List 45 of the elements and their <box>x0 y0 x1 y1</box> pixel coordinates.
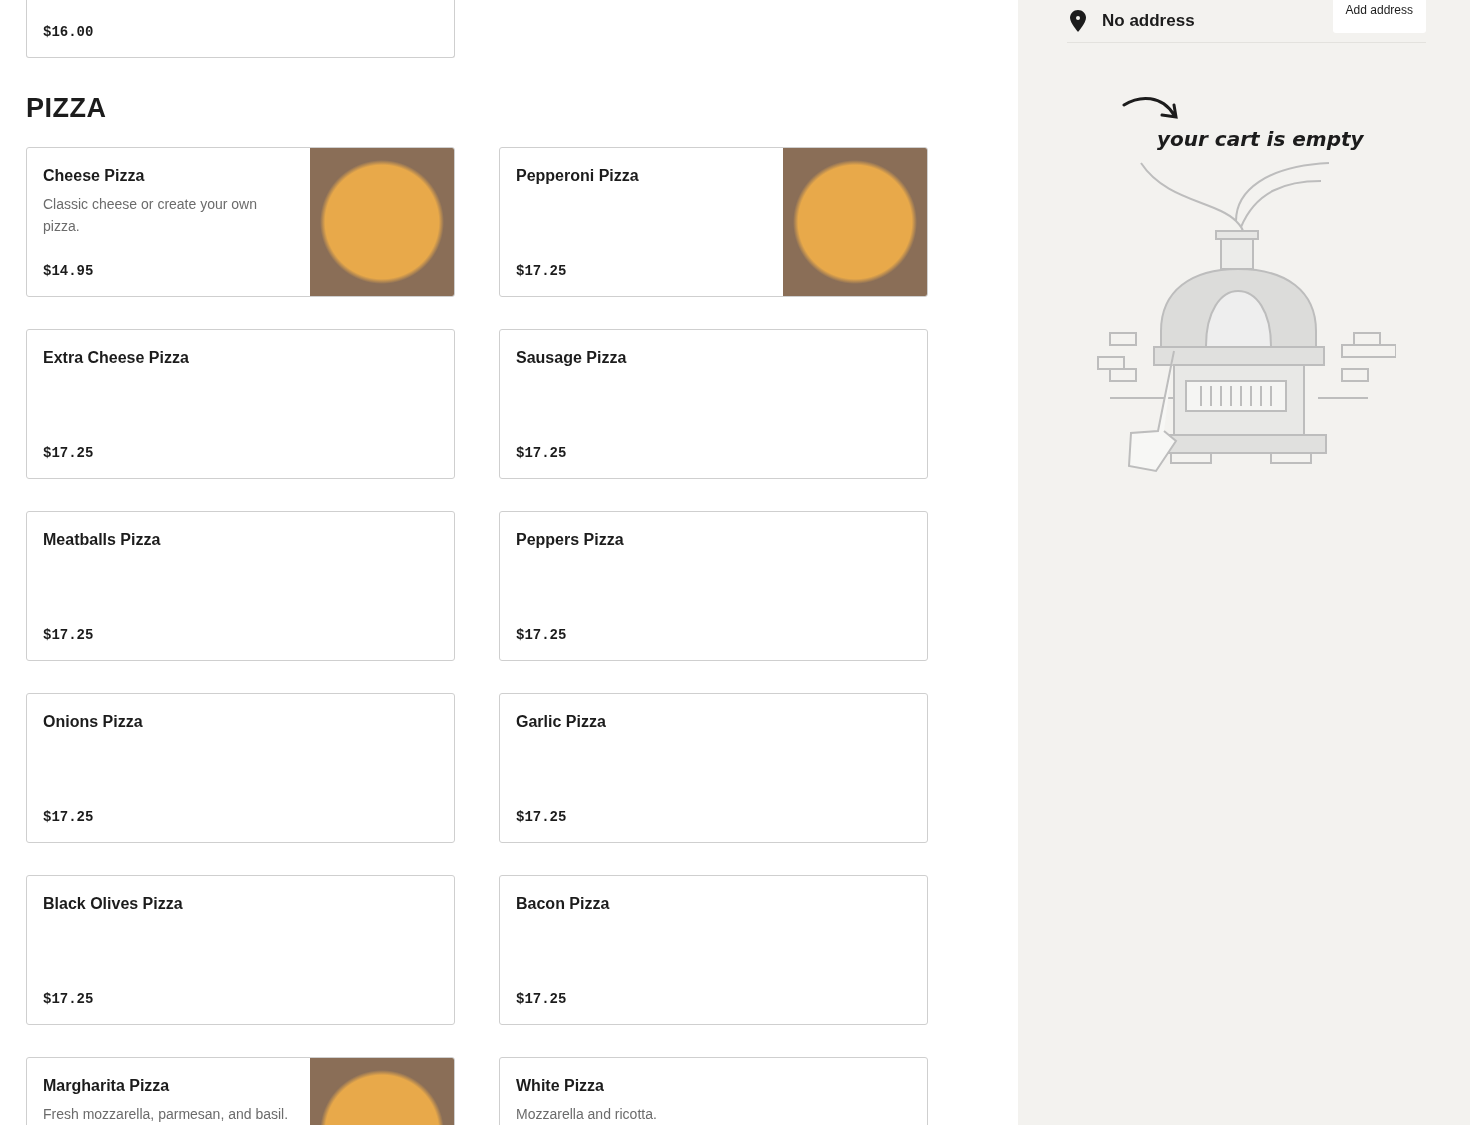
curved-arrow-icon <box>1122 95 1180 121</box>
item-name: Cheese Pizza <box>43 167 145 185</box>
menu-item-card[interactable]: Meatballs Pizza $17.25 <box>26 511 455 661</box>
menu-item-card[interactable]: Sausage Pizza $17.25 <box>499 329 928 479</box>
item-name: Garlic Pizza <box>516 713 606 731</box>
menu-item-card[interactable]: Peppers Pizza $17.25 <box>499 511 928 661</box>
empty-cart-message: your cart is empty <box>1157 127 1364 151</box>
menu-item-card[interactable]: Margharita Pizza Fresh mozzarella, parmesan, and basil. <box>26 1057 455 1125</box>
menu-item-card[interactable]: Cheese Pizza Classic cheese or create your own pizza. $14.95 <box>26 147 455 297</box>
menu-item-card[interactable]: Bacon Pizza $17.25 <box>499 875 928 1025</box>
item-name: Peppers Pizza <box>516 531 624 549</box>
item-description: Mozzarella and ricotta. <box>516 1105 657 1124</box>
item-name: Extra Cheese Pizza <box>43 349 189 367</box>
item-description: Classic cheese or create your own pizza. <box>43 195 258 236</box>
menu-item-card[interactable]: $16.00 <box>26 0 455 58</box>
item-price: $17.25 <box>43 991 94 1007</box>
menu-item-card[interactable]: Pepperoni Pizza $17.25 <box>499 147 928 297</box>
item-price: $17.25 <box>43 809 94 825</box>
item-price: $17.25 <box>516 627 567 643</box>
item-price: $16.00 <box>43 24 94 40</box>
item-name: White Pizza <box>516 1077 604 1095</box>
item-price: $17.25 <box>516 263 567 279</box>
menu-item-card[interactable]: Garlic Pizza $17.25 <box>499 693 928 843</box>
item-name: Meatballs Pizza <box>43 531 161 549</box>
item-price: $17.25 <box>43 445 94 461</box>
item-price: $17.25 <box>516 809 567 825</box>
item-price: $17.25 <box>43 627 94 643</box>
item-name: Margharita Pizza <box>43 1077 170 1095</box>
item-description: Fresh mozzarella, parmesan, and basil. <box>43 1105 289 1124</box>
item-price: $14.95 <box>43 263 94 279</box>
item-name: Sausage Pizza <box>516 349 627 367</box>
item-name: Pepperoni Pizza <box>516 167 639 185</box>
item-price: $17.25 <box>516 991 567 1007</box>
address-text: No address <box>1102 11 1196 31</box>
item-name: Bacon Pizza <box>516 895 610 913</box>
location-pin-icon <box>1070 10 1086 32</box>
add-address-button[interactable]: Add address <box>1332 0 1426 33</box>
item-name: Onions Pizza <box>43 713 143 731</box>
section-heading: PIZZA <box>26 92 108 124</box>
menu-item-card[interactable]: Onions Pizza $17.25 <box>26 693 455 843</box>
item-name: Black Olives Pizza <box>43 895 183 913</box>
item-price: $17.25 <box>516 445 567 461</box>
menu-item-card[interactable]: Black Olives Pizza $17.25 <box>26 875 455 1025</box>
menu-item-card[interactable]: Extra Cheese Pizza $17.25 <box>26 329 455 479</box>
menu-item-card[interactable]: White Pizza Mozzarella and ricotta. <box>499 1057 928 1125</box>
